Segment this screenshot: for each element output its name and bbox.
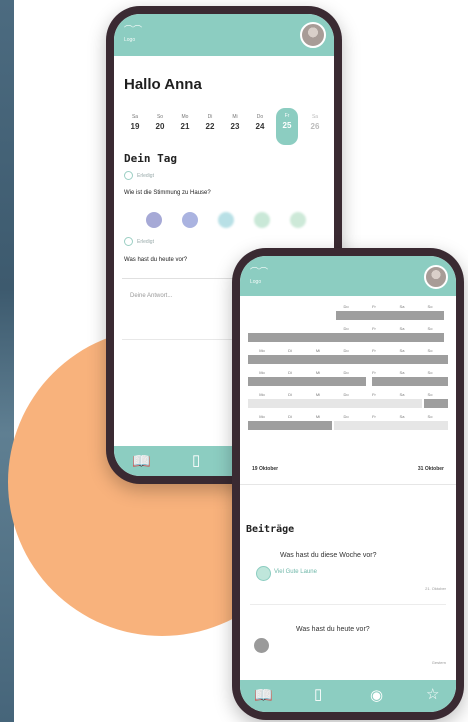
weekday-label: Di <box>288 348 292 353</box>
book-icon[interactable]: 📖 <box>254 686 273 704</box>
app-logo: ⌒⌒ Logo <box>250 267 269 286</box>
greeting: Hallo Anna <box>124 76 202 93</box>
app-header: ⌒⌒ Logo <box>114 14 334 56</box>
weekday-label: Sa <box>399 414 405 419</box>
weekday-label: Mo <box>259 348 265 353</box>
weekday-label: So <box>427 370 433 375</box>
weekday-label: Sa <box>399 326 405 331</box>
timeline-bar[interactable] <box>248 421 332 430</box>
weekday-label: Fr <box>372 414 376 419</box>
weekday-label: So <box>427 392 433 397</box>
mood-timeline: Do Fr Sa So Do Fr Sa So Mo Di Mi Do Fr S… <box>248 304 448 454</box>
weekday-label: Mo <box>259 392 265 397</box>
weekday-label: Do <box>343 326 349 331</box>
check-row[interactable]: Erledigt <box>124 171 154 180</box>
day-item[interactable]: Sa 26 <box>304 114 326 131</box>
section-title: Dein Tag <box>124 152 177 165</box>
post-card[interactable]: Was hast du heute vor? Gestern <box>250 620 446 681</box>
background-strip <box>0 0 14 722</box>
weekday-label: Fr <box>372 370 376 375</box>
post-question: Was hast du heute vor? <box>296 626 370 633</box>
weekday-label: Do <box>343 348 349 353</box>
day-item-selected[interactable]: Fr 25 <box>276 108 298 145</box>
weekday-label: Sa <box>399 348 405 353</box>
document-icon[interactable]: ▯ <box>192 451 200 469</box>
plan-question: Was hast du heute vor? <box>124 257 188 263</box>
weekday-label: Sa <box>399 370 405 375</box>
check-row[interactable]: Erledigt <box>124 237 154 246</box>
weekday-label: Do <box>343 392 349 397</box>
weekday-label: Do <box>343 414 349 419</box>
document-icon[interactable]: ▯ <box>314 685 322 703</box>
post-question: Was hast du diese Woche vor? <box>280 552 377 559</box>
timeline-bar[interactable] <box>424 399 448 408</box>
day-item[interactable]: Mi 23 <box>224 114 246 131</box>
day-item[interactable]: So 20 <box>149 114 171 131</box>
post-date: 21. Oktober <box>425 586 446 591</box>
weekday-label: So <box>427 414 433 419</box>
answer-placeholder: Deine Antwort... <box>130 293 173 299</box>
date-range-start: 19 Oktober <box>252 466 279 472</box>
phone-timeline-screen: ⌒⌒ Logo Do Fr Sa So Do Fr Sa So Mo Di Mi … <box>232 248 464 720</box>
timeline-bar[interactable] <box>248 355 448 364</box>
timeline-screen: ⌒⌒ Logo Do Fr Sa So Do Fr Sa So Mo Di Mi … <box>240 256 456 712</box>
weekday-label: Sa <box>399 392 405 397</box>
weekday-label: Mo <box>259 370 265 375</box>
posts-title: Beiträge <box>246 524 295 535</box>
timeline-bar-empty <box>248 399 422 408</box>
post-card[interactable]: Was hast du diese Woche vor? Viel Gute L… <box>250 548 446 605</box>
mood-option[interactable] <box>290 212 306 228</box>
weekday-label: Mo <box>259 414 265 419</box>
timeline-bar[interactable] <box>336 311 444 320</box>
weekday-label: Mi <box>315 414 321 419</box>
eye-icon[interactable]: ◉ <box>370 686 383 704</box>
day-item[interactable]: Di 22 <box>199 114 221 131</box>
star-icon[interactable]: ☆ <box>426 685 439 703</box>
timeline-bar-empty <box>334 421 448 430</box>
weekday-label: Mi <box>315 370 321 375</box>
weekday-label: Mi <box>315 392 321 397</box>
weekday-label: Do <box>343 370 349 375</box>
circle-check-icon <box>124 171 133 180</box>
weekday-label: Di <box>288 414 292 419</box>
weekday-label: Di <box>288 392 292 397</box>
weekday-label: Fr <box>372 348 376 353</box>
weekday-label: So <box>427 304 433 309</box>
day-picker: Sa 19 So 20 Mo 21 Di 22 Mi 23 Do 24 Fr 25 Sa 26 <box>124 108 328 145</box>
mood-question: Wie ist die Stimmung zu Hause? <box>124 190 211 196</box>
post-mood: Viel Gute Laune <box>274 569 317 575</box>
app-header: ⌒⌒ Logo <box>240 256 456 296</box>
avatar[interactable] <box>300 22 326 48</box>
circle-check-icon <box>124 237 133 246</box>
day-item[interactable]: Do 24 <box>249 114 271 131</box>
mood-option[interactable] <box>254 212 270 228</box>
timeline-bar[interactable] <box>372 377 448 386</box>
day-item[interactable]: Mo 21 <box>174 114 196 131</box>
divider <box>240 484 456 485</box>
weekday-label: Do <box>343 304 349 309</box>
mood-option[interactable] <box>218 212 234 228</box>
bottom-nav: 📖 ▯ ◉ ☆ <box>240 680 456 712</box>
weekday-label: So <box>427 348 433 353</box>
user-avatar <box>254 638 269 653</box>
weekday-label: Fr <box>372 392 376 397</box>
weekday-label: Mi <box>315 348 321 353</box>
weekday-label: Fr <box>372 304 376 309</box>
weekday-label: So <box>427 326 433 331</box>
date-range-end: 31 Oktober <box>417 466 444 472</box>
weekday-label: Fr <box>372 326 376 331</box>
weekday-label: Sa <box>399 304 405 309</box>
timeline-bar[interactable] <box>248 377 366 386</box>
post-date: Gestern <box>431 660 446 665</box>
day-item[interactable]: Sa 19 <box>124 114 146 131</box>
app-logo: ⌒⌒ Logo <box>124 25 143 44</box>
smiley-icon <box>256 566 271 581</box>
mood-option[interactable] <box>146 212 162 228</box>
timeline-bar[interactable] <box>248 333 444 342</box>
book-icon[interactable]: 📖 <box>132 452 151 470</box>
avatar[interactable] <box>424 265 448 289</box>
weekday-label: Di <box>288 370 292 375</box>
mood-option[interactable] <box>182 212 198 228</box>
